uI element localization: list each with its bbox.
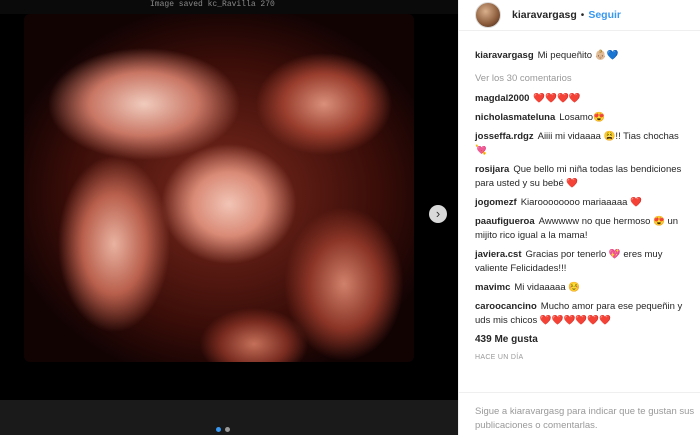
comment-username[interactable]: caroocancino xyxy=(475,301,537,312)
comment-text: Kiaroooooooo mariaaaaa ❤️ xyxy=(520,197,642,208)
caption-text: Mi pequeñito 👶🏼💙 xyxy=(537,50,619,61)
comment: mavimc Mi vidaaaaa ☺️ xyxy=(475,281,684,295)
divider xyxy=(459,392,700,393)
next-image-button[interactable]: › xyxy=(429,205,447,223)
header-separator: • xyxy=(580,9,585,21)
carousel-dot-active xyxy=(216,427,221,432)
post-header: kiaravargasg • Seguir xyxy=(459,0,700,31)
comment-username[interactable]: mavimc xyxy=(475,282,510,293)
comment-username[interactable]: rosijara xyxy=(475,164,509,175)
monitor-top-bar: Image saved kc_Ravilla 270 xyxy=(0,0,458,14)
avatar[interactable] xyxy=(475,2,501,28)
login-prompt: Sigue a kiaravargasg para indicar que te… xyxy=(475,406,695,431)
header-username[interactable]: kiaravargasg xyxy=(512,9,577,21)
comment: javiera.cst Gracias por tenerlo 💖 eres mu… xyxy=(475,248,684,276)
post-side-panel: kiaravargasg • Seguir kiaravargasg Mi peq… xyxy=(458,0,700,435)
view-all-comments-link[interactable]: Ver los 30 comentarios xyxy=(475,72,684,86)
comment-text: Losamo😍 xyxy=(559,112,605,123)
comment-username[interactable]: josseffa.rdgz xyxy=(475,131,534,142)
comment-text: ❤️❤️❤️❤️ xyxy=(533,93,581,104)
likes-count[interactable]: 439 Me gusta xyxy=(475,333,684,347)
comment: jogomezf Kiaroooooooo mariaaaaa ❤️ xyxy=(475,196,684,210)
post-media: Image saved kc_Ravilla 270 › xyxy=(0,0,458,435)
post-caption: kiaravargasg Mi pequeñito 👶🏼💙 xyxy=(475,49,684,63)
comment: josseffa.rdgz Aiiii mi vidaaaa 😩!! Tias c… xyxy=(475,130,684,158)
comment: caroocancino Mucho amor para ese pequeñin… xyxy=(475,300,684,328)
caption-username[interactable]: kiaravargasg xyxy=(475,50,534,61)
carousel-indicator xyxy=(216,427,230,432)
monitor-caption: Image saved kc_Ravilla 270 xyxy=(150,0,275,9)
comments-list: kiaravargasg Mi pequeñito 👶🏼💙 Ver los 30 … xyxy=(459,31,700,365)
comment: magdal2000 ❤️❤️❤️❤️ xyxy=(475,92,684,106)
post-timestamp: HACE UN DÍA xyxy=(475,354,524,361)
comment-username[interactable]: paaufigueroa xyxy=(475,216,535,227)
comment-username[interactable]: nicholasmateluna xyxy=(475,112,555,123)
comment: rosijara Que bello mi niña todas las bend… xyxy=(475,163,684,191)
comment-username[interactable]: magdal2000 xyxy=(475,93,529,104)
comment-username[interactable]: javiera.cst xyxy=(475,249,521,260)
carousel-dot xyxy=(225,427,230,432)
comment: paaufigueroa Awwwww no que hermoso 😍 un m… xyxy=(475,215,684,243)
comment-username[interactable]: jogomezf xyxy=(475,197,517,208)
follow-button[interactable]: Seguir xyxy=(588,9,621,21)
ultrasound-image xyxy=(24,14,414,362)
comment-text: Mi vidaaaaa ☺️ xyxy=(514,282,581,293)
comment: nicholasmateluna Losamo😍 xyxy=(475,111,684,125)
